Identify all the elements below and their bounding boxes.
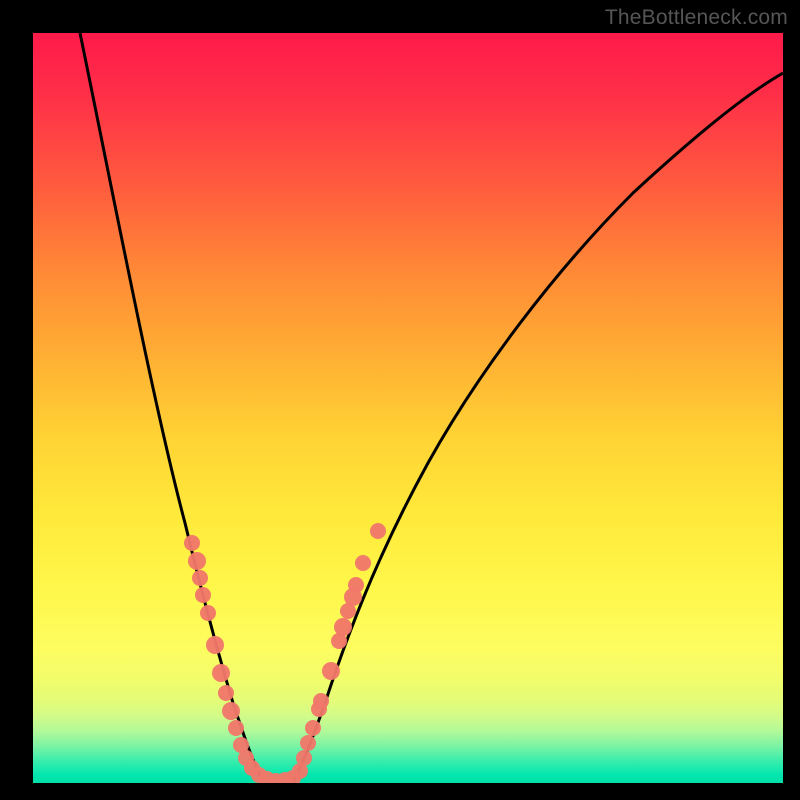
right-curve <box>293 73 783 782</box>
watermark: TheBottleneck.com <box>605 6 788 30</box>
plot-svg <box>33 33 783 783</box>
left-curve <box>80 33 263 781</box>
plot-area <box>33 33 783 783</box>
scatter-series <box>184 523 386 783</box>
chart-canvas: TheBottleneck.com <box>0 0 800 800</box>
